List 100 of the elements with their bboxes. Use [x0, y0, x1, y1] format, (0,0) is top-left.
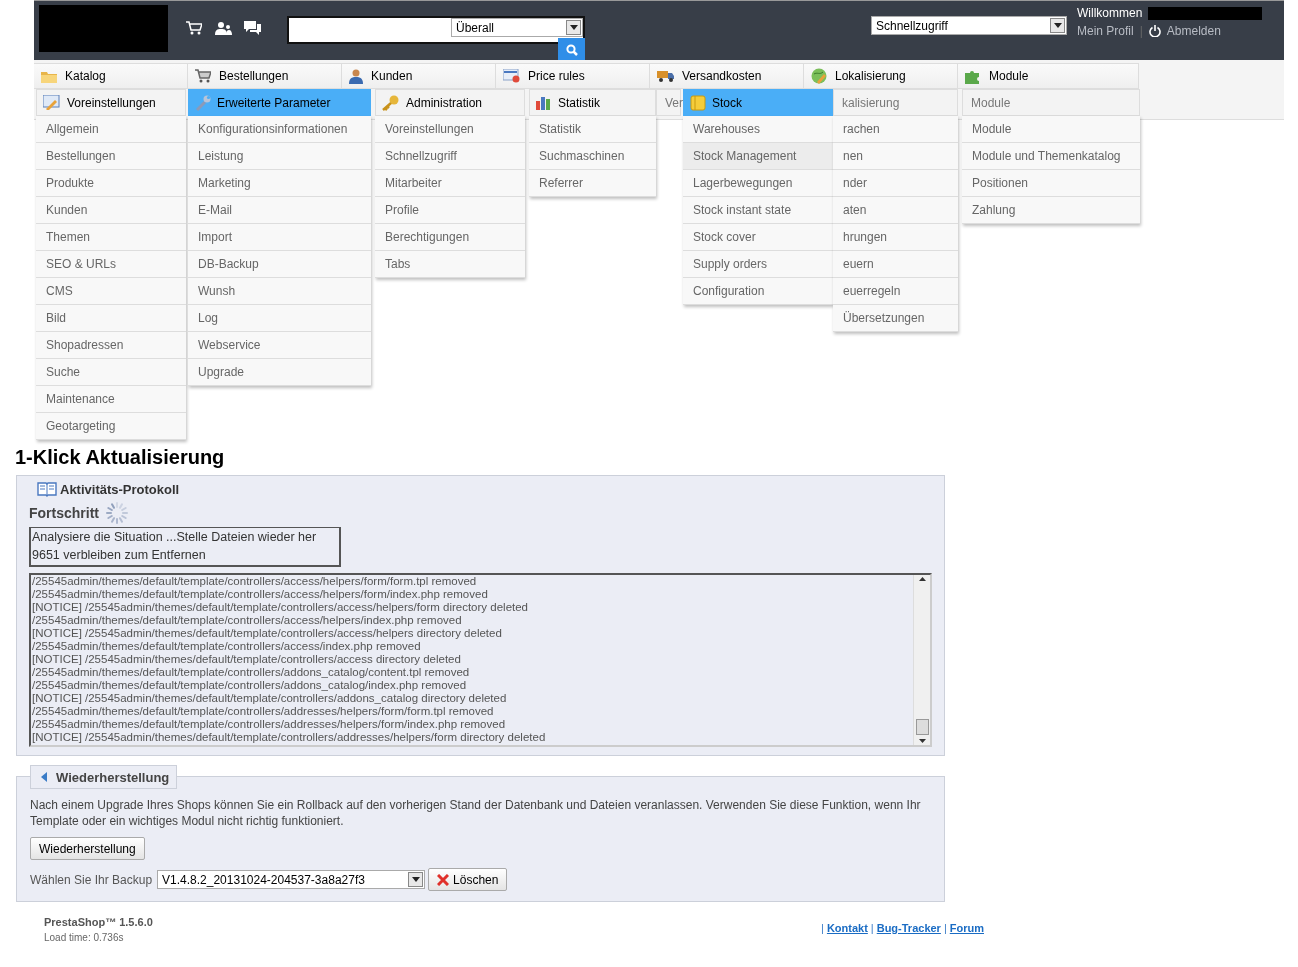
submenu-header[interactable]: Administration [375, 89, 525, 116]
quick-access-select[interactable]: Schnellzugriff [871, 16, 1067, 35]
menu-item[interactable]: Upgrade [188, 359, 371, 386]
menu-item[interactable]: Bild [36, 305, 186, 332]
power-icon[interactable] [1148, 25, 1161, 37]
submenu-header[interactable]: Statistik [529, 89, 656, 116]
menu-item[interactable]: Konfigurationsinformationen [188, 116, 371, 143]
puzzle-icon [965, 68, 981, 84]
menu-item[interactable]: Referrer [529, 170, 656, 197]
triangle-left-icon [41, 772, 47, 782]
menu-item[interactable]: Berechtigungen [375, 224, 525, 251]
log-line: [NOTICE] /25545admin/themes/default/template/controllers/access/helpers directory deleted [32, 627, 502, 640]
delete-button[interactable]: Löschen [428, 868, 508, 891]
menu-item[interactable]: CMS [36, 278, 186, 305]
submenu-header[interactable]: Ver [656, 89, 681, 116]
menu-item[interactable]: Bestellungen [36, 143, 186, 170]
link-separator: | [1139, 24, 1143, 38]
menu-tab[interactable]: Lokalisierung [804, 63, 958, 89]
footer-link[interactable]: Bug-Tracker [876, 922, 941, 943]
menu-item[interactable]: Zahlung [962, 197, 1140, 224]
menu-item[interactable]: Log [188, 305, 371, 332]
menu-item[interactable]: euern [833, 251, 958, 278]
customers-icon[interactable] [214, 21, 232, 35]
menu-tab[interactable]: Versandkosten [650, 63, 804, 89]
menu-item[interactable]: Module und Themenkatalog [962, 143, 1140, 170]
menu-item[interactable]: aten [833, 197, 958, 224]
description-text: Nach einem Upgrade Ihres Shops können Sie ein Rollback auf den vorherigen Stand der Datenbank und Dateien veranlassen. Verwenden Sie diese Funktion, wenn Ihr Template oder ein wichtiges Modul nicht richtig funktioniert. [30, 797, 922, 829]
menu-item[interactable]: rachen [833, 116, 958, 143]
menu-item[interactable]: Module [962, 116, 1140, 143]
scrollbar[interactable] [913, 575, 930, 745]
link-separator: | [821, 922, 824, 936]
menu-item[interactable]: DB-Backup [188, 251, 371, 278]
menu-item[interactable]: Produkte [36, 170, 186, 197]
menu-item[interactable]: Voreinstellungen [375, 116, 525, 143]
menu-item[interactable]: Suche [36, 359, 186, 386]
load-time-text: Load time: 0.736s [44, 932, 125, 943]
menu-item[interactable]: E-Mail [188, 197, 371, 224]
footer-link[interactable]: Kontakt [826, 922, 868, 943]
scroll-thumb[interactable] [915, 719, 929, 735]
menu-item[interactable]: Geotargeting [36, 413, 186, 440]
menu-item[interactable]: Leistung [188, 143, 371, 170]
submenu-header[interactable]: kalisierung [833, 89, 958, 116]
logout-link[interactable]: Abmelden [1166, 24, 1221, 38]
log-line: [NOTICE] /25545admin/themes/default/template/controllers/addresses/helpers/form directory deleted [32, 731, 546, 744]
menu-item[interactable]: Übersetzungen [833, 305, 958, 332]
menu-item[interactable]: nen [833, 143, 958, 170]
menu-item[interactable]: Profile [375, 197, 525, 224]
menu-item[interactable]: nder [833, 170, 958, 197]
submenu-header[interactable]: Stock [683, 89, 833, 116]
submenu-header[interactable]: Module [962, 89, 1140, 116]
log-line: /25545admin/themes/default/template/controllers/access/index.php removed [32, 640, 421, 653]
menu-item[interactable]: Wunsh [188, 278, 371, 305]
submenu-header[interactable]: Erweiterte Parameter [188, 89, 371, 116]
restore-button[interactable]: Wiederherstellung [30, 837, 145, 860]
page-title: 1-Klick Aktualisierung [15, 446, 225, 469]
backup-label: Wählen Sie Ihr Backup [30, 872, 153, 887]
menu-item[interactable]: Maintenance [36, 386, 186, 413]
menu-item[interactable]: SEO & URLs [36, 251, 186, 278]
menu-item[interactable]: Themen [36, 224, 186, 251]
menu-tab[interactable]: Katalog [34, 63, 188, 89]
log-line: /25545admin/themes/default/template/controllers/access/helpers/form/index.php removed [32, 588, 488, 601]
menu-item[interactable]: Mitarbeiter [375, 170, 525, 197]
messages-icon[interactable] [244, 21, 261, 35]
scroll-down-icon[interactable] [918, 737, 926, 745]
scope-select[interactable]: Überall [451, 18, 583, 37]
footer-link[interactable]: Forum [949, 922, 984, 943]
progress-text: 9651 verbleiben zum Entfernen [32, 548, 206, 562]
menu-item[interactable]: Import [188, 224, 371, 251]
log-line: /25545admin/themes/default/template/controllers/addresses/helpers/form/index.php removed [32, 718, 506, 731]
menu-item[interactable]: hrungen [833, 224, 958, 251]
menu-item[interactable]: Kunden [36, 197, 186, 224]
menu-tab[interactable]: Kunden [342, 63, 496, 89]
close-icon [437, 873, 450, 886]
log-line: /25545admin/themes/default/template/controllers/addons_catalog/content.tpl removed [32, 666, 470, 679]
menu-tab[interactable]: Bestellungen [188, 63, 342, 89]
search-field[interactable]: Überall [287, 16, 585, 44]
menu-item[interactable]: Tabs [375, 251, 525, 278]
person-icon [349, 68, 363, 84]
scroll-up-icon[interactable] [918, 575, 926, 583]
menu-item[interactable]: Statistik [529, 116, 656, 143]
menu-item[interactable]: Stock Management [683, 143, 833, 170]
version-text: PrestaShop™ 1.5.6.0 [44, 916, 153, 928]
menu-item[interactable]: Shopadressen [36, 332, 186, 359]
menu-item[interactable]: euerregeln [833, 278, 958, 305]
menu-item[interactable]: Allgemein [36, 116, 186, 143]
menu-item[interactable]: Marketing [188, 170, 371, 197]
menu-item[interactable]: Suchmaschinen [529, 143, 656, 170]
backup-select[interactable]: V1.4.8.2_20131024-204537-3a8a27f3 [157, 870, 426, 889]
submenu-header[interactable]: Voreinstellungen [36, 89, 186, 116]
log-line: /25545admin/themes/default/template/controllers/addons_catalog/index.php removed [32, 679, 467, 692]
menu-tab[interactable]: Module [958, 63, 1139, 89]
menu-tab[interactable]: Price rules [496, 63, 650, 89]
profile-link[interactable]: Mein Profil [1077, 24, 1134, 38]
book-icon [37, 482, 57, 497]
menu-item[interactable]: Webservice [188, 332, 371, 359]
cart-icon[interactable] [186, 21, 202, 35]
menu-item[interactable]: Schnellzugriff [375, 143, 525, 170]
menu-item[interactable]: Positionen [962, 170, 1140, 197]
price-tag-card-icon [503, 69, 520, 83]
progress-text: Analysiere die Situation ...Stelle Dateien wieder her [32, 530, 317, 544]
